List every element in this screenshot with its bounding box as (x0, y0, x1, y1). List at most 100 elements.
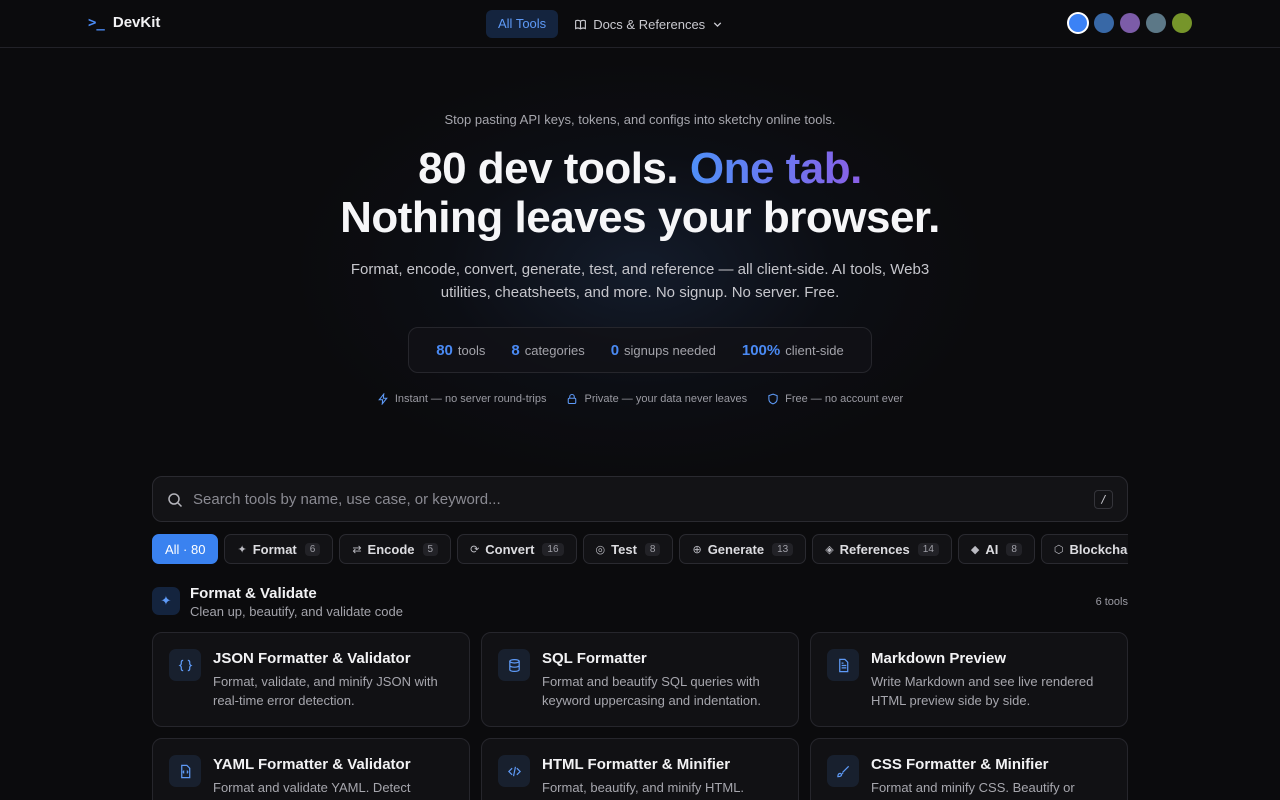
brand-logo[interactable]: >_ DevKit (88, 14, 160, 31)
stat-label: client-side (785, 342, 844, 358)
lightning-icon (378, 393, 388, 405)
stat-categories: 8 categories (511, 342, 584, 359)
brand-name: DevKit (112, 14, 161, 31)
nav-docs-label: Docs & References (593, 16, 706, 32)
main-nav: All Tools Docs & References (486, 10, 732, 38)
stat-tools: 80 tools (436, 342, 485, 359)
brush-icon (836, 765, 849, 777)
category-pill-format[interactable]: ✦ Format 6 (224, 534, 334, 564)
category-pill-ai[interactable]: ◆ AI 8 (957, 534, 1035, 564)
stat-value: 0 (610, 341, 620, 359)
category-pill-all-80[interactable]: All · 80 (152, 534, 219, 564)
chevron-down-icon (713, 21, 722, 27)
tool-title: YAML Formatter & Validator (213, 756, 411, 773)
category-pill-convert[interactable]: ⟳ Convert 16 (457, 534, 577, 564)
category-count-badge: 6 (304, 542, 321, 556)
category-label: Blockchain (1069, 541, 1128, 557)
feature-list: Instant — no server round-trips Private … (0, 393, 1280, 405)
category-icon: ⇄ (352, 543, 362, 556)
tool-description: Format, validate, and minify JSON with r… (213, 674, 438, 708)
category-pills: All · 80 ✦ Format 6 ⇄ Encode 5 ⟳ Convert 16 ◎ Test 8… (152, 534, 1128, 564)
tool-description: Format and beautify SQL queries with key… (542, 674, 761, 708)
code-icon (507, 766, 521, 776)
nav-all-tools[interactable]: All Tools (486, 10, 559, 38)
theme-swatch[interactable] (1172, 13, 1192, 33)
category-icon: ✦ (237, 543, 247, 556)
category-label: All · 80 (165, 541, 206, 557)
stat-value: 80 (436, 341, 453, 359)
card-icon-wrap (827, 649, 859, 681)
feature-free: Free — no account ever (767, 393, 903, 405)
stat-client-side: 100% client-side (742, 342, 844, 359)
tool-card[interactable]: CSS Formatter & Minifier Format and minif… (810, 738, 1128, 800)
section-title: Format & Validate (190, 585, 317, 602)
category-pill-test[interactable]: ◎ Test 8 (582, 534, 674, 564)
category-pill-references[interactable]: ◈ References 14 (812, 534, 952, 564)
category-label: References (839, 541, 910, 557)
tool-card[interactable]: JSON Formatter & Validator Format, valida… (152, 632, 470, 727)
feature-instant: Instant — no server round-trips (377, 393, 547, 405)
category-icon: ⊕ (692, 543, 702, 556)
category-icon: ◎ (595, 543, 606, 556)
tool-grid: JSON Formatter & Validator Format, valida… (152, 632, 1128, 800)
stats-bar: 80 tools 8 categories 0 signups needed 1… (408, 327, 872, 373)
category-label: Generate (707, 541, 765, 557)
category-count-badge: 13 (772, 542, 794, 556)
category-icon: ◆ (970, 543, 980, 556)
headline-accent: One tab. (689, 144, 863, 193)
section-tool-count: 6 tools (1095, 596, 1128, 608)
search-shortcut-hint: / (1094, 490, 1113, 509)
stat-value: 8 (511, 341, 520, 359)
category-label: Test (611, 541, 637, 557)
category-pill-generate[interactable]: ⊕ Generate 13 (679, 534, 807, 564)
feature-text: Free — no account ever (785, 393, 904, 405)
card-icon-wrap (498, 649, 530, 681)
tool-title: Markdown Preview (871, 650, 1007, 667)
category-count-badge: 14 (917, 542, 939, 556)
card-icon-wrap (169, 649, 201, 681)
stat-signups: 0 signups needed (611, 342, 716, 359)
card-icon-wrap (827, 755, 859, 787)
tool-description: Format, beautify, and minify HTML. Auto-… (542, 780, 745, 800)
headline-part1: 80 dev tools. (418, 144, 690, 193)
theme-swatch[interactable] (1146, 13, 1166, 33)
tool-title: CSS Formatter & Minifier (871, 756, 1049, 773)
tool-description: Write Markdown and see live rendered HTM… (871, 674, 1094, 708)
tool-description: Format and minify CSS. Beautify or compr… (871, 780, 1075, 800)
lock-icon (568, 393, 577, 405)
tool-title: SQL Formatter (542, 650, 647, 667)
card-icon-wrap (169, 755, 201, 787)
nav-docs-dropdown[interactable]: Docs & References (566, 10, 732, 38)
search-input[interactable] (193, 477, 1073, 521)
tool-card[interactable]: SQL Formatter Format and beautify SQL que… (481, 632, 799, 727)
braces-icon (178, 659, 192, 671)
category-count-badge: 8 (644, 542, 661, 556)
tool-card[interactable]: Markdown Preview Write Markdown and see l… (810, 632, 1128, 727)
category-pill-encode[interactable]: ⇄ Encode 5 (339, 534, 452, 564)
section-sparkle-icon: ✦ (152, 587, 180, 615)
tool-card[interactable]: YAML Formatter & Validator Format and val… (152, 738, 470, 800)
category-icon: ⬡ (1053, 543, 1064, 556)
theme-swatch[interactable] (1120, 13, 1140, 33)
theme-swatch[interactable] (1069, 14, 1087, 32)
stat-label: tools (457, 342, 486, 358)
theme-swatch[interactable] (1094, 13, 1114, 33)
category-filter-bar: All · 80 ✦ Format 6 ⇄ Encode 5 ⟳ Convert 16 ◎ Test 8… (152, 534, 1128, 564)
yaml-file-icon (180, 764, 190, 778)
tool-description: Format and validate YAML. Detect syntax … (213, 780, 416, 800)
category-icon: ◈ (825, 543, 834, 556)
search-icon (168, 493, 183, 508)
category-label: Convert (485, 541, 535, 557)
category-pill-blockchain[interactable]: ⬡ Blockchain (1040, 534, 1128, 564)
category-count-badge: 16 (542, 542, 564, 556)
headline-line2: Nothing leaves your browser. (340, 193, 940, 242)
hero-subtext: Format, encode, convert, generate, test,… (350, 261, 930, 301)
category-label: Encode (367, 541, 415, 557)
tool-title: HTML Formatter & Minifier (542, 756, 731, 773)
shield-icon (768, 393, 778, 405)
stat-value: 100% (741, 341, 781, 359)
tool-title: JSON Formatter & Validator (213, 650, 411, 667)
tool-card[interactable]: HTML Formatter & Minifier Format, beautif… (481, 738, 799, 800)
feature-text: Instant — no server round-trips (394, 393, 547, 405)
category-icon: ⟳ (470, 543, 480, 556)
